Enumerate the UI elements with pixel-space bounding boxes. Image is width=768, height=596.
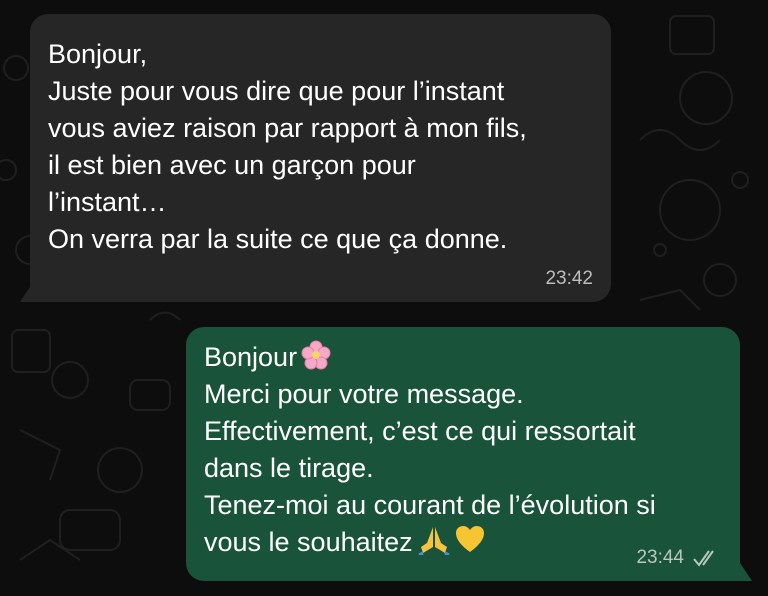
message-timestamp: 23:42 xyxy=(545,268,593,289)
message-line-text: vous le souhaitez xyxy=(204,527,413,557)
message-timestamp: 23:44 xyxy=(636,547,684,568)
message-line: dans le tirage. xyxy=(204,453,374,483)
message-line: l’instant… xyxy=(48,187,167,217)
message-line: Juste pour vous dire que pour l’instant xyxy=(48,76,505,106)
message-line: il est bien avec un garçon pour xyxy=(48,150,416,180)
read-receipt-icon xyxy=(693,550,714,567)
message-line: Tenez-moi au courant de l’évolution si xyxy=(204,490,656,520)
outgoing-message-bubble[interactable]: Bonjour Merci pour votre message. Effect… xyxy=(186,327,740,581)
message-line: Effectivement, c’est ce qui ressortait xyxy=(204,416,636,446)
message-line-text: Bonjour xyxy=(204,342,298,372)
incoming-message-bubble[interactable]: Bonjour, Juste pour vous dire que pour l… xyxy=(30,14,611,302)
message-line: Merci pour votre message. xyxy=(204,379,524,409)
yellow-heart-icon xyxy=(455,526,484,552)
message-line: Bonjour, xyxy=(48,39,148,69)
outgoing-bubble-tail xyxy=(740,563,752,581)
cherry-blossom-icon xyxy=(301,340,331,370)
message-line: vous aviez raison par rapport à mon fils… xyxy=(48,113,527,143)
incoming-bubble-tail xyxy=(20,284,32,302)
folded-hands-icon xyxy=(417,527,450,555)
message-line: Bonjour xyxy=(204,339,722,376)
chat-view: Bonjour, Juste pour vous dire que pour l… xyxy=(0,0,768,596)
message-line: On verra par la suite ce que ça donne. xyxy=(48,224,508,254)
